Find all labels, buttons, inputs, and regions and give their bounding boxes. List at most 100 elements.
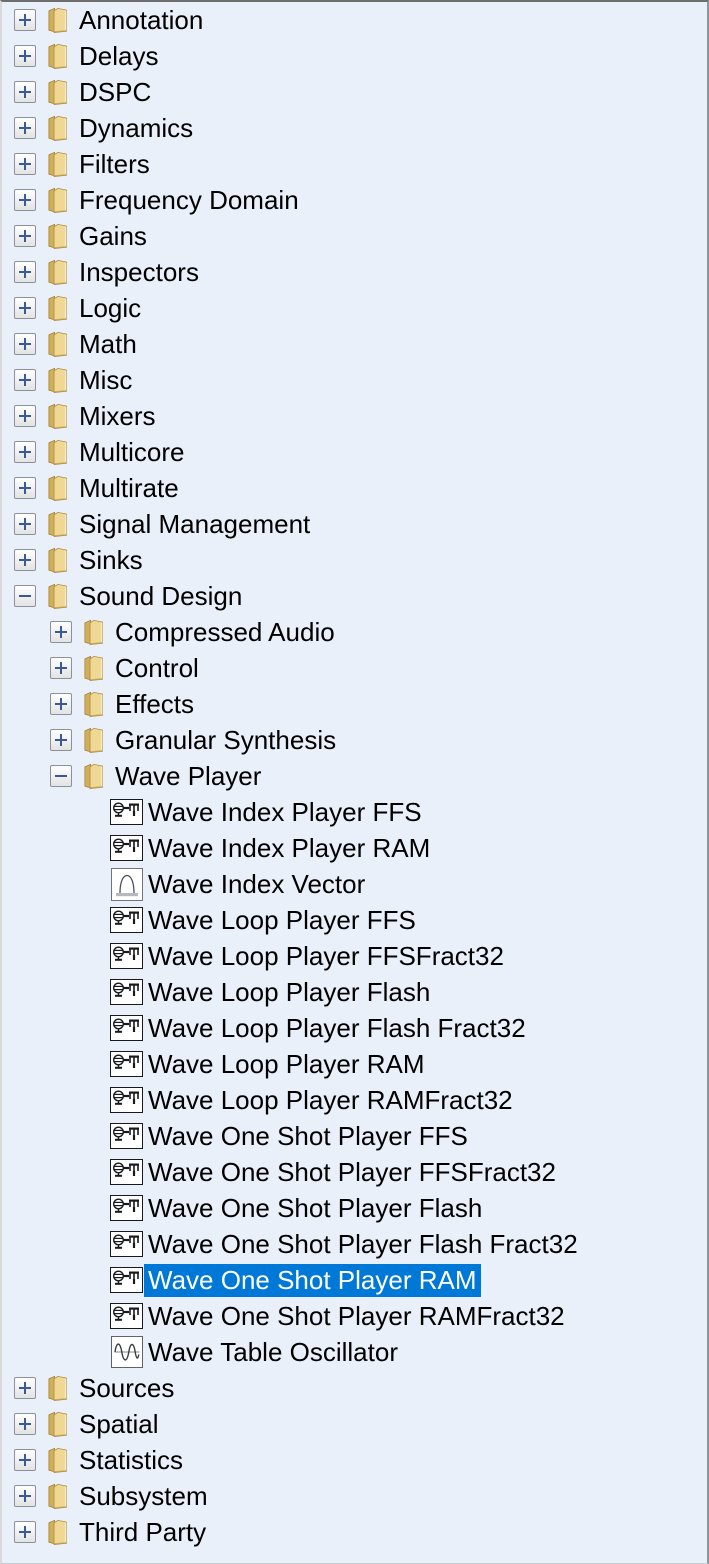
tree-item-label[interactable]: Granular Synthesis	[111, 724, 340, 757]
expand-button[interactable]	[14, 261, 36, 283]
tree-item-label[interactable]: Subsystem	[75, 1480, 212, 1513]
tree-module-row[interactable]: Wave One Shot Player FFS	[2, 1118, 707, 1154]
tree-module-row[interactable]: Wave Index Player RAM	[2, 830, 707, 866]
collapse-button[interactable]	[50, 765, 72, 787]
expand-button[interactable]	[14, 1377, 36, 1399]
tree-module-row[interactable]: Wave Table Oscillator	[2, 1334, 707, 1370]
expand-button[interactable]	[50, 693, 72, 715]
expand-button[interactable]	[14, 225, 36, 247]
tree-item-label[interactable]: Sinks	[75, 544, 147, 577]
tree-item-label[interactable]: Spatial	[75, 1408, 163, 1441]
module-library-tree[interactable]: AnnotationDelaysDSPCDynamicsFiltersFrequ…	[0, 0, 709, 1564]
tree-item-label[interactable]: Wave One Shot Player FFS	[144, 1120, 472, 1153]
expand-button[interactable]	[14, 81, 36, 103]
tree-module-row[interactable]: Wave One Shot Player RAM	[2, 1262, 707, 1298]
tree-item-label[interactable]: Statistics	[75, 1444, 187, 1477]
tree-item-label[interactable]: Wave Table Oscillator	[144, 1336, 402, 1369]
tree-folder-row[interactable]: Mixers	[2, 398, 707, 434]
expand-button[interactable]	[50, 621, 72, 643]
tree-item-label[interactable]: Third Party	[75, 1516, 210, 1549]
tree-folder-row[interactable]: Statistics	[2, 1442, 707, 1478]
tree-item-label[interactable]: Wave Loop Player RAM	[144, 1048, 428, 1081]
tree-item-label[interactable]: Gains	[75, 220, 151, 253]
expand-button[interactable]	[14, 405, 36, 427]
tree-item-label[interactable]: Wave Loop Player RAMFract32	[144, 1084, 517, 1117]
expand-button[interactable]	[14, 369, 36, 391]
expand-button[interactable]	[50, 657, 72, 679]
tree-item-label[interactable]: Wave Loop Player FFSFract32	[144, 940, 508, 973]
tree-folder-row[interactable]: DSPC	[2, 74, 707, 110]
tree-item-label[interactable]: Wave Index Player FFS	[144, 796, 426, 829]
expand-button[interactable]	[14, 117, 36, 139]
tree-module-row[interactable]: Wave One Shot Player FFSFract32	[2, 1154, 707, 1190]
tree-item-label[interactable]: Multicore	[75, 436, 188, 469]
tree-item-label[interactable]: Wave One Shot Player Flash	[144, 1192, 486, 1225]
tree-folder-row[interactable]: Third Party	[2, 1514, 707, 1550]
expand-button[interactable]	[14, 45, 36, 67]
expand-button[interactable]	[14, 9, 36, 31]
tree-item-label[interactable]: Math	[75, 328, 141, 361]
tree-item-label[interactable]: Compressed Audio	[111, 616, 339, 649]
tree-folder-row[interactable]: Control	[2, 650, 707, 686]
tree-module-row[interactable]: Wave Loop Player Flash	[2, 974, 707, 1010]
tree-folder-row[interactable]: Signal Management	[2, 506, 707, 542]
expand-button[interactable]	[14, 549, 36, 571]
tree-folder-row[interactable]: Annotation	[2, 2, 707, 38]
tree-module-row[interactable]: Wave One Shot Player RAMFract32	[2, 1298, 707, 1334]
tree-item-label[interactable]: Wave Index Vector	[144, 868, 369, 901]
expand-button[interactable]	[14, 477, 36, 499]
tree-item-label[interactable]: Dynamics	[75, 112, 197, 145]
tree-item-label[interactable]: Misc	[75, 364, 136, 397]
tree-folder-row[interactable]: Sources	[2, 1370, 707, 1406]
tree-folder-row[interactable]: Spatial	[2, 1406, 707, 1442]
expand-button[interactable]	[14, 1521, 36, 1543]
expand-button[interactable]	[14, 513, 36, 535]
tree-item-label[interactable]: Control	[111, 652, 203, 685]
tree-item-label[interactable]: Sources	[75, 1372, 178, 1405]
tree-item-label[interactable]: Frequency Domain	[75, 184, 303, 217]
tree-folder-row[interactable]: Filters	[2, 146, 707, 182]
tree-folder-row[interactable]: Granular Synthesis	[2, 722, 707, 758]
tree-folder-row[interactable]: Sound Design	[2, 578, 707, 614]
tree-folder-row[interactable]: Delays	[2, 38, 707, 74]
expand-button[interactable]	[14, 1413, 36, 1435]
expand-button[interactable]	[14, 189, 36, 211]
tree-item-label[interactable]: Wave Loop Player Flash	[144, 976, 434, 1009]
tree-module-row[interactable]: Wave Loop Player RAM	[2, 1046, 707, 1082]
tree-module-row[interactable]: Wave Loop Player FFS	[2, 902, 707, 938]
tree-folder-row[interactable]: Dynamics	[2, 110, 707, 146]
tree-item-label[interactable]: Effects	[111, 688, 198, 721]
tree-item-label[interactable]: Annotation	[75, 4, 207, 37]
expand-button[interactable]	[14, 1449, 36, 1471]
tree-item-label[interactable]: Sound Design	[75, 580, 246, 613]
tree-folder-row[interactable]: Multicore	[2, 434, 707, 470]
tree-module-row[interactable]: Wave One Shot Player Flash	[2, 1190, 707, 1226]
tree-folder-row[interactable]: Compressed Audio	[2, 614, 707, 650]
tree-item-label[interactable]: Filters	[75, 148, 154, 181]
tree-folder-row[interactable]: Inspectors	[2, 254, 707, 290]
tree-item-label[interactable]: Wave One Shot Player FFSFract32	[144, 1156, 560, 1189]
tree-folder-row[interactable]: Subsystem	[2, 1478, 707, 1514]
expand-button[interactable]	[14, 441, 36, 463]
tree-item-label[interactable]: DSPC	[75, 76, 155, 109]
tree-item-label[interactable]: Mixers	[75, 400, 160, 433]
tree-folder-row[interactable]: Misc	[2, 362, 707, 398]
tree-item-label[interactable]: Logic	[75, 292, 145, 325]
tree-item-label[interactable]: Wave Index Player RAM	[144, 832, 434, 865]
expand-button[interactable]	[14, 333, 36, 355]
tree-module-row[interactable]: Wave One Shot Player Flash Fract32	[2, 1226, 707, 1262]
expand-button[interactable]	[14, 153, 36, 175]
tree-module-row[interactable]: Wave Index Vector	[2, 866, 707, 902]
tree-item-label[interactable]: Wave Player	[111, 760, 265, 793]
tree-folder-row[interactable]: Frequency Domain	[2, 182, 707, 218]
tree-folder-row[interactable]: Wave Player	[2, 758, 707, 794]
tree-module-row[interactable]: Wave Loop Player Flash Fract32	[2, 1010, 707, 1046]
tree-item-label[interactable]: Wave Loop Player FFS	[144, 904, 420, 937]
tree-folder-row[interactable]: Logic	[2, 290, 707, 326]
tree-module-row[interactable]: Wave Index Player FFS	[2, 794, 707, 830]
tree-item-label[interactable]: Wave One Shot Player RAMFract32	[144, 1300, 569, 1333]
tree-item-label[interactable]: Signal Management	[75, 508, 314, 541]
tree-item-label[interactable]: Inspectors	[75, 256, 203, 289]
tree-folder-row[interactable]: Gains	[2, 218, 707, 254]
tree-folder-row[interactable]: Multirate	[2, 470, 707, 506]
